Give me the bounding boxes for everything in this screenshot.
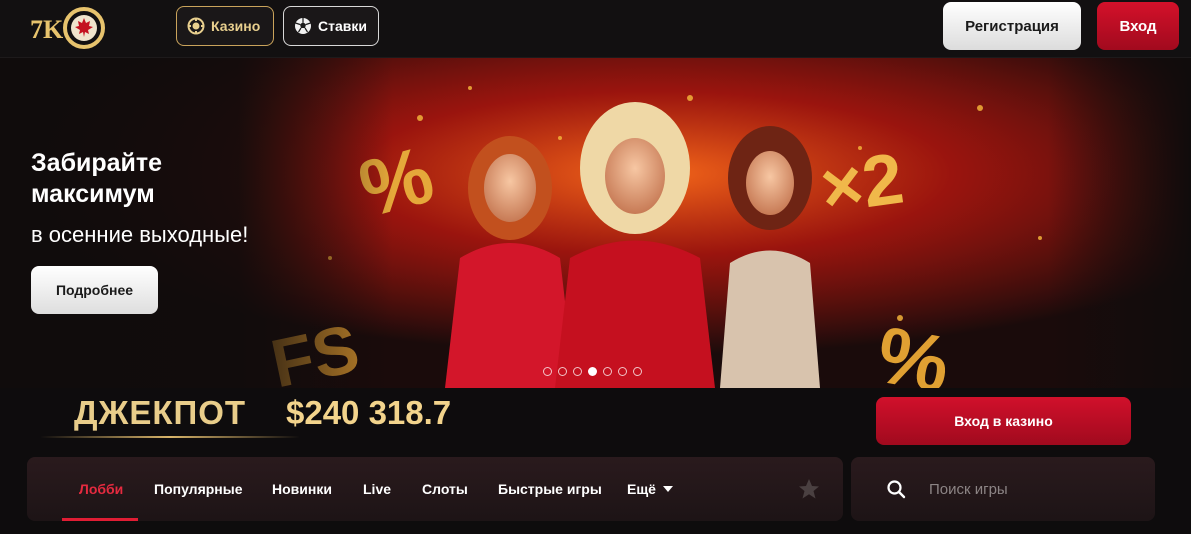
nav-casino-button[interactable]: Казино bbox=[176, 6, 274, 46]
top-header: 7K Казино Ставки Регистрация Вход bbox=[0, 0, 1191, 58]
site-logo[interactable]: 7K bbox=[28, 6, 116, 50]
casino-chip-icon bbox=[187, 17, 205, 35]
chevron-down-icon bbox=[662, 486, 673, 492]
category-popular[interactable]: Популярные bbox=[154, 457, 242, 521]
game-search-box[interactable] bbox=[851, 457, 1155, 521]
carousel-dot[interactable] bbox=[558, 367, 567, 376]
jackpot-value: $240 318.7 bbox=[286, 394, 452, 431]
category-live[interactable]: Live bbox=[363, 457, 391, 521]
soccer-ball-icon bbox=[295, 18, 311, 34]
jackpot-section: ДЖЕКПОТ $240 318.7 Вход в казино bbox=[0, 388, 1191, 450]
game-search-input[interactable] bbox=[929, 473, 1139, 505]
category-new[interactable]: Новинки bbox=[272, 457, 332, 521]
search-icon[interactable] bbox=[886, 479, 906, 499]
game-category-bar: Лобби Популярные Новинки Live Слоты Быст… bbox=[27, 457, 843, 521]
carousel-dot[interactable] bbox=[603, 367, 612, 376]
more-details-button[interactable]: Подробнее bbox=[31, 266, 158, 314]
login-button[interactable]: Вход bbox=[1097, 2, 1179, 50]
enter-casino-button[interactable]: Вход в казино bbox=[876, 397, 1131, 445]
nav-bets-button[interactable]: Ставки bbox=[283, 6, 379, 46]
nav-bets-label: Ставки bbox=[318, 18, 367, 34]
category-slots[interactable]: Слоты bbox=[422, 457, 468, 521]
carousel-dots bbox=[543, 367, 642, 376]
banner-title: Забирайте максимум bbox=[31, 149, 163, 208]
carousel-dot[interactable] bbox=[573, 367, 582, 376]
carousel-dot[interactable] bbox=[633, 367, 642, 376]
jackpot-divider bbox=[40, 436, 300, 438]
logo-text: 7K bbox=[30, 15, 64, 44]
carousel-dot[interactable] bbox=[543, 367, 552, 376]
category-lobby[interactable]: Лобби bbox=[79, 457, 123, 521]
register-button[interactable]: Регистрация bbox=[943, 2, 1081, 50]
category-fast-games[interactable]: Быстрые игры bbox=[498, 457, 602, 521]
carousel-dot[interactable] bbox=[618, 367, 627, 376]
category-more-label: Ещё bbox=[627, 481, 656, 497]
banner-subtitle: в осенние выходные! bbox=[31, 222, 249, 247]
favorites-star-icon[interactable] bbox=[797, 477, 821, 501]
carousel-dot[interactable] bbox=[588, 367, 597, 376]
category-more-dropdown[interactable]: Ещё bbox=[627, 457, 673, 521]
jackpot-label: ДЖЕКПОТ bbox=[74, 394, 247, 431]
nav-casino-label: Казино bbox=[211, 18, 261, 34]
active-tab-indicator bbox=[62, 518, 138, 521]
promo-banner[interactable]: % % ×2 FS Забирайте максимум в осенние в… bbox=[0, 58, 1191, 388]
